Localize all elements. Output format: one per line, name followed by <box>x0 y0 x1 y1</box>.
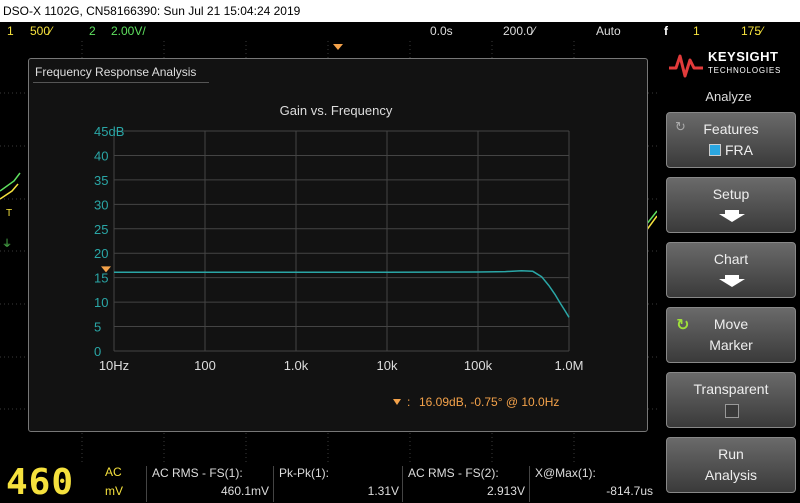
time-scale[interactable]: 200.0⁄ <box>503 22 535 41</box>
features-label: Features <box>703 121 759 137</box>
measurement-x-at-max-1[interactable]: X@Max(1): -814.7us <box>529 466 657 502</box>
keysight-logo-icon <box>669 54 703 78</box>
y-tick-label: 45dB <box>94 124 124 139</box>
big-readout-unit-top: AC <box>105 465 122 479</box>
y-tick-label: 30 <box>94 197 108 212</box>
big-readout-unit-bottom: mV <box>105 484 123 498</box>
x-tick-label: 100k <box>464 358 493 373</box>
marker-readout-icon <box>393 399 401 405</box>
x-tick-label: 10k <box>377 358 398 373</box>
y-tick-label: 40 <box>94 148 108 163</box>
chart-label: Chart <box>713 251 749 267</box>
chevron-down-icon <box>719 210 745 222</box>
trigger-position-marker <box>333 44 343 50</box>
features-button[interactable]: ↻ Features FRA <box>666 112 796 168</box>
setup-button[interactable]: Setup <box>666 177 796 233</box>
run-analysis-button[interactable]: Run Analysis <box>666 437 796 493</box>
measurement-pk-pk-1[interactable]: Pk-Pk(1): 1.31V <box>273 466 403 502</box>
measurement-value: 2.913V <box>486 484 525 498</box>
x-tick-label: 1.0k <box>284 358 309 373</box>
brand-area: KEYSIGHT TECHNOLOGIES <box>657 41 800 87</box>
measurement-value: 460.1mV <box>220 484 269 498</box>
chart-button[interactable]: Chart <box>666 242 796 298</box>
run-analysis-label-1: Run <box>718 446 744 462</box>
setup-label: Setup <box>712 186 750 202</box>
trigger-level-icon: T <box>6 208 12 219</box>
x-tick-label: 100 <box>194 358 216 373</box>
ch1-number[interactable]: 1 <box>7 22 14 41</box>
checkbox-icon <box>709 144 722 156</box>
y-tick-label: 10 <box>94 295 108 310</box>
trigger-level[interactable]: 175⁄ <box>741 22 763 41</box>
measurement-name: Pk-Pk(1): <box>279 466 330 480</box>
brand-name: KEYSIGHT <box>708 49 779 64</box>
scope-display[interactable]: T ⏚ Frequency Response Analysis Gain vs.… <box>0 41 657 462</box>
ch2-trace-fragment <box>0 172 21 192</box>
move-marker-label-1: Move <box>713 316 749 332</box>
trigger-source[interactable]: 1 <box>693 22 700 41</box>
measurement-ac-rms-2[interactable]: AC RMS - FS(2): 2.913V <box>402 466 529 502</box>
marker-readout-prefix: : <box>407 395 410 409</box>
ch2-number[interactable]: 2 <box>89 22 96 41</box>
menu-header: Analyze <box>705 89 752 104</box>
fra-panel: Frequency Response Analysis Gain vs. Fre… <box>28 58 648 432</box>
move-marker-button[interactable]: ↻ Move Marker <box>666 307 796 363</box>
y-tick-label: 25 <box>94 222 108 237</box>
window-title: DSO-X 1102G, CN58166390: Sun Jul 21 15:0… <box>0 0 800 22</box>
y-tick-label: 35 <box>94 173 108 188</box>
measurement-name: AC RMS - FS(1): <box>152 466 243 480</box>
measurement-name: X@Max(1): <box>535 466 596 480</box>
y-tick-label: 5 <box>94 320 101 335</box>
checkbox-icon <box>725 404 739 418</box>
big-readout: 460 <box>6 462 75 503</box>
y-tick-label: 15 <box>94 271 108 286</box>
x-tick-label: 10Hz <box>99 358 129 373</box>
y-tick-label: 0 <box>94 344 101 359</box>
measurement-bar: AC RMS - FS(1): 460.1mV Pk-Pk(1): 1.31V … <box>0 462 657 503</box>
trigger-mode[interactable]: Auto <box>596 22 621 41</box>
transparent-label: Transparent <box>693 381 769 397</box>
run-analysis-label-2: Analysis <box>704 467 758 483</box>
time-position[interactable]: 0.0s <box>430 22 453 41</box>
chart-title: Gain vs. Frequency <box>280 103 393 118</box>
measurement-ac-rms-1[interactable]: AC RMS - FS(1): 460.1mV <box>146 466 273 502</box>
features-value-label: FRA <box>724 142 753 158</box>
trigger-edge-icon: f <box>664 24 668 38</box>
measurement-value: 1.31V <box>367 484 399 498</box>
marker-readout: 16.09dB, -0.75° @ 10.0Hz <box>419 395 559 409</box>
gain-frequency-chart[interactable]: Gain vs. Frequency 45dB4035302520151050 … <box>29 59 647 431</box>
softkey-sidebar: KEYSIGHT TECHNOLOGIES Analyze ↻ Features… <box>657 41 800 503</box>
features-value: FRA <box>667 142 795 158</box>
ch2-scale[interactable]: 2.00V/ <box>111 22 146 41</box>
ground-icon: ⏚ <box>2 238 12 250</box>
ch1-scale[interactable]: 500⁄ <box>30 22 52 41</box>
measurement-name: AC RMS - FS(2): <box>408 466 499 480</box>
brand-subtitle: TECHNOLOGIES <box>708 66 782 75</box>
chevron-down-icon <box>719 275 745 287</box>
move-marker-label-2: Marker <box>709 337 753 353</box>
status-bar: 1 500⁄ 2 2.00V/ 0.0s 200.0⁄ Auto f 1 175… <box>0 22 800 41</box>
ch1-trace-fragment <box>0 183 19 200</box>
y-tick-label: 20 <box>94 246 108 261</box>
x-tick-label: 1.0M <box>555 358 584 373</box>
transparent-button[interactable]: Transparent <box>666 372 796 428</box>
measurement-value: -814.7us <box>606 484 653 498</box>
